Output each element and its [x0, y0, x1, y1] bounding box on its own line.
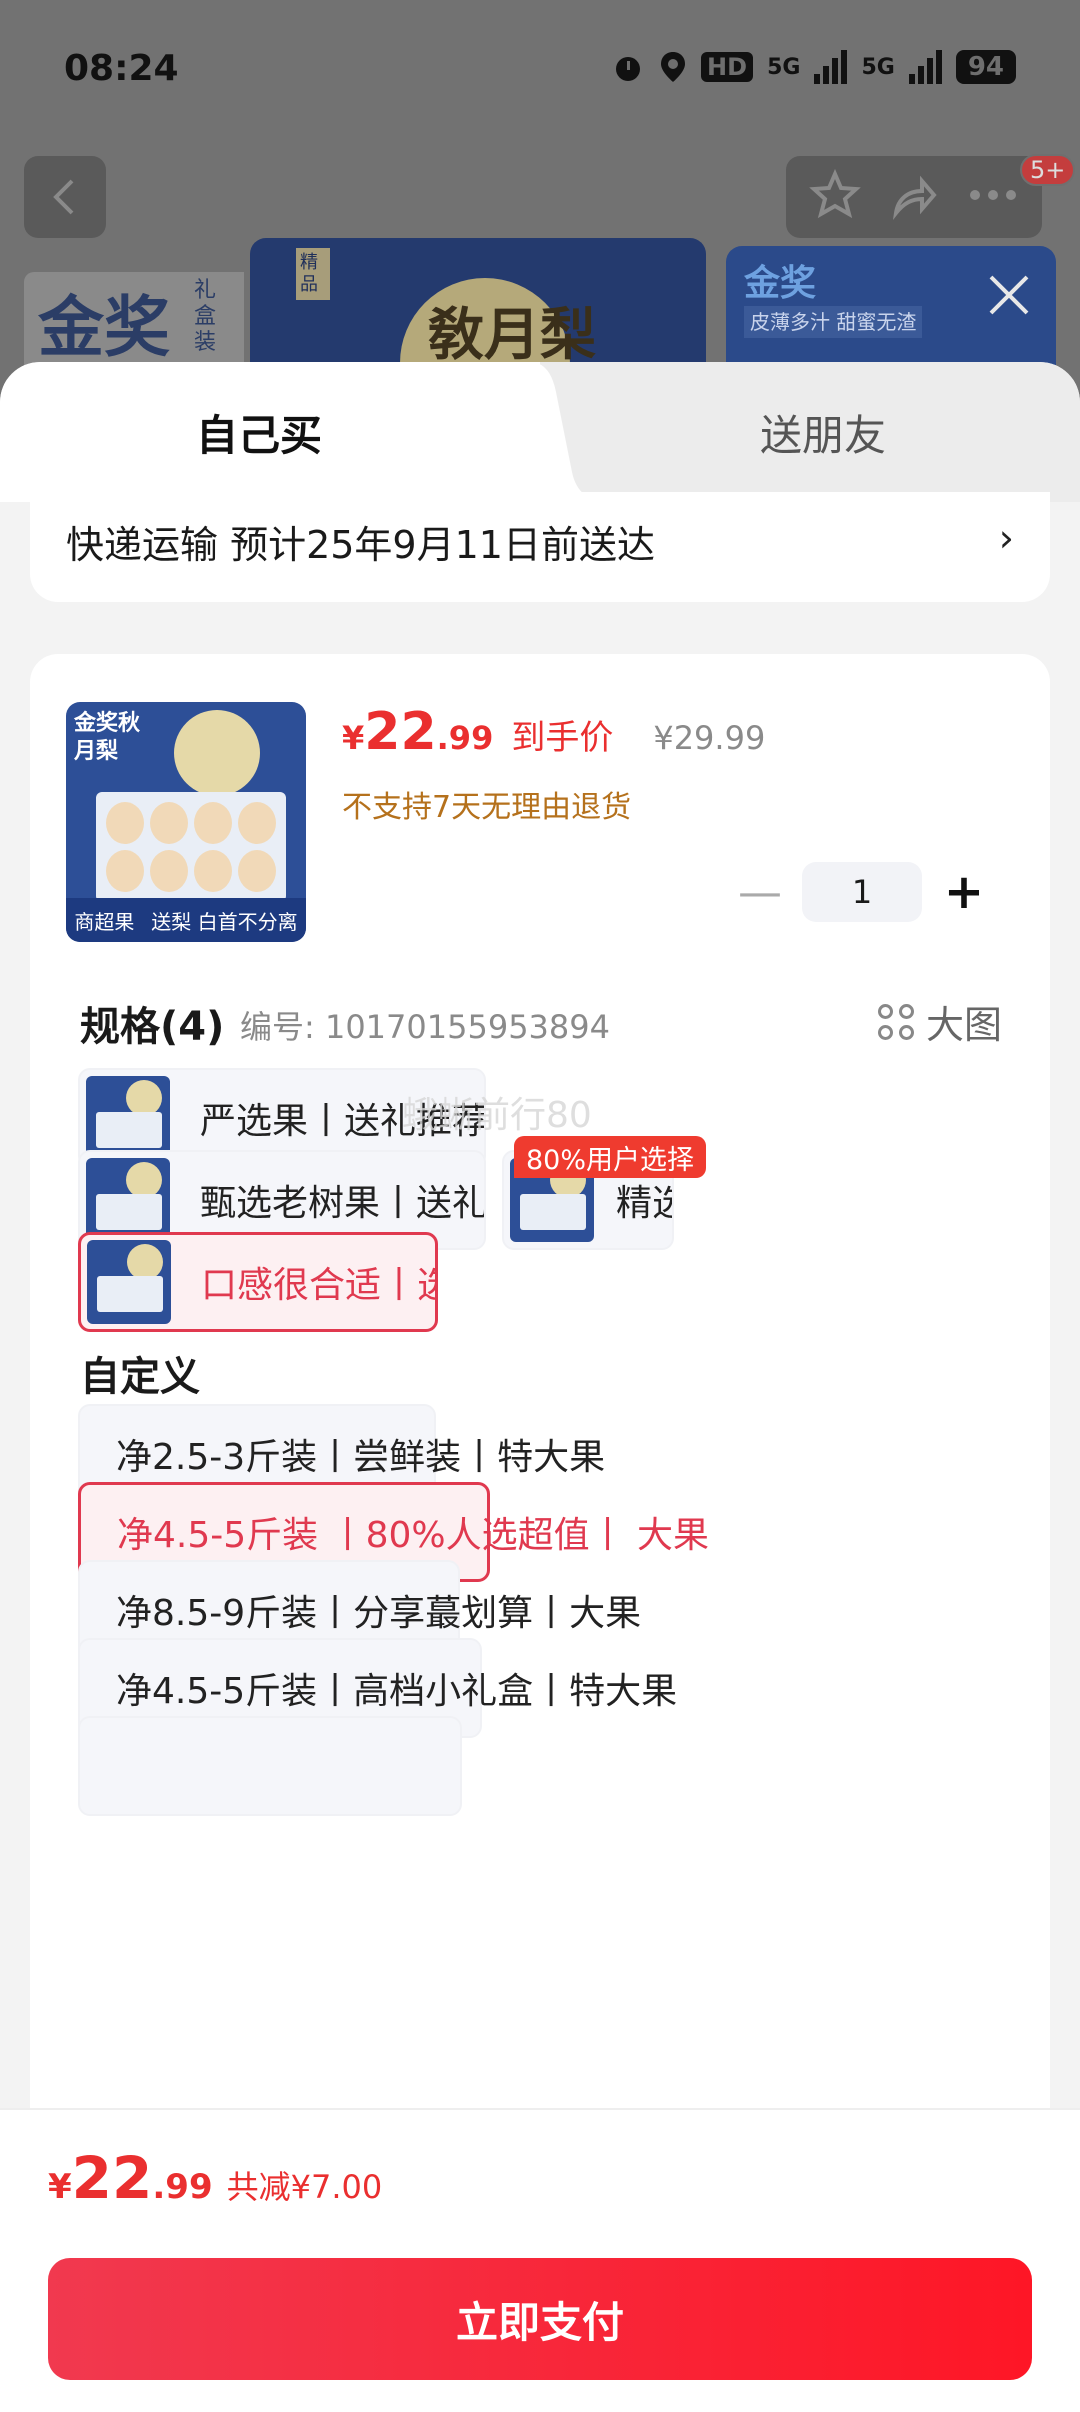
- popular-badge: 80%用户选择: [514, 1136, 707, 1178]
- quantity-stepper: — 1 +: [730, 862, 994, 922]
- checkout-bar: ¥ 22 .99 共减¥7.00 立即支付: [0, 2108, 1080, 2412]
- header-actions: [786, 156, 1042, 238]
- purchase-sheet: 送朋友 自己买 快递运输 预计25年9月11日前送达 › 金奖秋月梨 商超果 送…: [0, 362, 1080, 2412]
- custom-option-5-partial[interactable]: [78, 1716, 462, 1816]
- total-price-decimal: .99: [152, 2167, 213, 2207]
- grid-view-icon: [877, 1003, 914, 1040]
- location-icon: [659, 50, 687, 84]
- spec-option-4[interactable]: 口感很合适丨选购人最多: [78, 1232, 438, 1332]
- return-policy: 不支持7天无理由退货: [342, 790, 632, 825]
- price-currency: ¥: [342, 719, 365, 757]
- spec-option-label: 口感很合适丨选购人最多: [201, 1265, 435, 1306]
- tab-buy-for-self-label: 自己买: [196, 411, 323, 460]
- network-5g-icon: 5G: [767, 54, 801, 80]
- alarm-icon: [611, 50, 645, 84]
- spec-option-thumb: [86, 1158, 170, 1242]
- favorite-star-icon[interactable]: [809, 168, 862, 225]
- thumb-pears: [96, 792, 286, 902]
- price-decimal: .99: [436, 719, 494, 757]
- chevron-right-icon: ›: [998, 516, 1014, 560]
- tab-gift-friend-label: 送朋友: [760, 411, 887, 460]
- custom-title: 自定义: [80, 1354, 200, 1400]
- banner-right-title: 金奖: [744, 262, 817, 304]
- chevron-left-icon: [53, 179, 74, 215]
- price-integer: 22: [364, 702, 437, 762]
- thumb-bottom-left: 商超果: [74, 909, 135, 934]
- status-time: 08:24: [64, 48, 179, 89]
- total-currency: ¥: [48, 2167, 72, 2207]
- battery-icon: 94: [955, 50, 1016, 84]
- signal-bars-icon-2: [908, 50, 942, 84]
- tab-curve: [480, 362, 610, 502]
- discount-text: 共减¥7.00: [226, 2168, 383, 2206]
- spec-option-thumb: [87, 1240, 171, 1324]
- signal-bars-icon: [814, 50, 848, 84]
- spec-title: 规格(4): [80, 1004, 225, 1050]
- network-5g-icon-2: 5G: [861, 54, 895, 80]
- notification-badge: 5+: [1020, 154, 1076, 186]
- pay-now-button[interactable]: 立即支付: [48, 2258, 1032, 2380]
- back-button[interactable]: [24, 156, 106, 238]
- status-bar: 08:24 HD 5G 5G 94: [0, 0, 1080, 140]
- tab-buy-for-self[interactable]: 自己买: [0, 362, 540, 502]
- product-thumbnail[interactable]: 金奖秋月梨 商超果 送梨 白首不分离: [66, 702, 306, 942]
- status-icons: HD 5G 5G 94: [611, 50, 1016, 84]
- banner-left-title: 金奖: [38, 288, 170, 366]
- banner-right-sub: 皮薄多汁 甜蜜无渣: [744, 306, 923, 338]
- thumb-bottom: 商超果 送梨 白首不分离: [66, 898, 306, 942]
- close-button[interactable]: [978, 264, 1040, 326]
- price-label: 到手价: [511, 718, 614, 758]
- spec-option-label: 精选果: [616, 1183, 672, 1224]
- quantity-field[interactable]: 1: [802, 862, 922, 922]
- decrease-button[interactable]: —: [730, 862, 790, 922]
- increase-button[interactable]: +: [934, 862, 994, 922]
- share-icon[interactable]: [888, 169, 940, 225]
- shipping-row[interactable]: 快递运输 预计25年9月11日前送达 ›: [30, 492, 1050, 602]
- price-row: ¥ 22 .99 到手价 ¥29.99: [342, 702, 765, 762]
- total-price-integer: 22: [71, 2144, 153, 2212]
- watermark: 蛾蜥前行80: [402, 1095, 592, 1136]
- spec-option-thumb: [86, 1076, 170, 1160]
- more-icon[interactable]: [967, 185, 1019, 209]
- big-image-button[interactable]: 大图: [877, 994, 1002, 1049]
- banner-mid-title: 敎月梨: [428, 302, 596, 368]
- hd-icon: HD: [701, 52, 754, 82]
- thumb-moon: [174, 710, 260, 796]
- banner-left-sub: 礼盒装: [194, 278, 217, 355]
- total-price: ¥ 22 .99 共减¥7.00: [48, 2144, 382, 2212]
- thumb-title: 金奖秋月梨: [74, 711, 141, 764]
- close-icon: [989, 275, 1029, 315]
- shipping-estimate: 快递运输 预计25年9月11日前送达: [66, 523, 655, 567]
- spec-code: 编号: 10170155953894: [240, 1008, 610, 1046]
- spec-option-label: 甄选老树果丨送礼推荐礼盒装: [200, 1183, 486, 1224]
- original-price: ¥29.99: [653, 719, 766, 757]
- thumb-bottom-right: 送梨 白首不分离: [151, 909, 298, 934]
- big-image-label: 大图: [925, 1003, 1002, 1047]
- banner-mid-vert: 精品: [296, 248, 330, 300]
- tab-gift-friend[interactable]: 送朋友: [540, 362, 1080, 502]
